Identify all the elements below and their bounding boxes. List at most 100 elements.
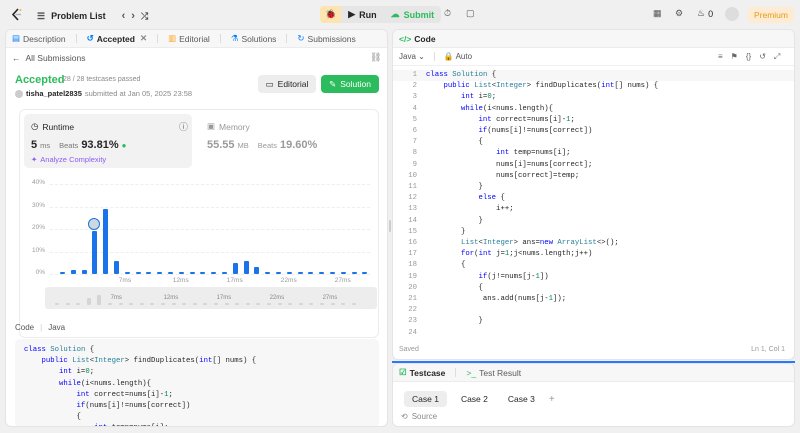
chart-bar[interactable]	[70, 269, 76, 274]
back-to-submissions[interactable]: ← All Submissions	[12, 53, 86, 63]
chart-bar[interactable]	[351, 271, 357, 274]
tab-testcase[interactable]: ☑ Testcase	[399, 367, 445, 378]
panel-splitter[interactable]	[389, 220, 391, 232]
layout-icon[interactable]: ▦	[653, 8, 662, 19]
chart-bar[interactable]	[124, 271, 130, 274]
source-toggle[interactable]: ⟲ Source	[401, 412, 437, 421]
submit-button[interactable]: ☁ Submit	[384, 6, 442, 23]
line-number: 17	[408, 250, 417, 259]
username[interactable]: tisha_patel2835	[26, 89, 82, 98]
chart-bar[interactable]	[254, 267, 260, 274]
avatar[interactable]	[725, 7, 739, 21]
mini-bar	[86, 298, 91, 305]
line-code: }	[426, 317, 483, 326]
memory-card[interactable]: ▣ Memory 55.55 MB Beats 19.60%	[200, 114, 370, 168]
expand-icon[interactable]: ⤢	[774, 52, 780, 62]
chart-bar[interactable]	[200, 271, 206, 274]
chart-bar[interactable]	[189, 271, 195, 274]
chart-bar[interactable]	[157, 271, 163, 274]
line-code: if(nums[i]!=nums[correct])	[478, 127, 593, 136]
chart-bar[interactable]	[81, 269, 87, 274]
add-case-icon[interactable]: +	[549, 394, 555, 405]
tab-accepted[interactable]: ↺ Accepted ✕	[87, 33, 148, 44]
tab-description[interactable]: ▤ Description	[12, 33, 66, 44]
streak-counter[interactable]: ♨ 0	[697, 8, 713, 19]
chart-bar[interactable]	[60, 271, 65, 274]
braces-icon[interactable]: {}	[746, 52, 751, 62]
chart-bar[interactable]	[222, 271, 227, 274]
tab-submissions[interactable]: ↻ Submissions	[297, 33, 355, 44]
tab-test-result[interactable]: >_ Test Result	[466, 368, 521, 378]
mini-bar	[288, 303, 293, 305]
y-tick-label: 30%	[31, 201, 45, 209]
list-icon[interactable]: ☰	[37, 11, 45, 22]
chart-bar[interactable]	[114, 260, 119, 274]
mini-bar	[309, 303, 314, 305]
chart-bar[interactable]	[362, 271, 368, 274]
chart-bar[interactable]	[232, 262, 238, 274]
leetcode-logo[interactable]	[11, 8, 23, 21]
editor-line: 5 int correct=nums[i]-1;	[393, 115, 794, 126]
chart-bar[interactable]	[168, 271, 173, 274]
chart-bar[interactable]	[297, 271, 303, 274]
chart-bar[interactable]	[211, 271, 217, 274]
run-button[interactable]: ▶ Run	[341, 6, 383, 23]
shuffle-icon[interactable]: ⤮	[141, 11, 148, 22]
chart-bar[interactable]	[146, 271, 152, 274]
language-select[interactable]: Java ⌄	[399, 52, 425, 61]
chart-bar[interactable]	[265, 271, 271, 274]
line-number: 8	[412, 149, 417, 158]
mini-tick-label: 12ms	[163, 295, 179, 301]
code-editor[interactable]: 1 class Solution {2 public List<Integer> …	[393, 70, 794, 340]
bookmark-icon[interactable]: ⚑	[731, 52, 738, 62]
case-3-tab[interactable]: Case 3	[502, 391, 541, 407]
line-number: 5	[412, 115, 417, 124]
chart-bar[interactable]	[286, 271, 292, 274]
line-number: 19	[408, 272, 417, 281]
code-line: class Solution {	[24, 346, 95, 354]
premium-button[interactable]: Premium	[748, 7, 794, 23]
runtime-card[interactable]: ◷ Runtime ⓘ 5 ms Beats 93.81% ● ✦ Analyze …	[24, 114, 192, 168]
chart-bar[interactable]	[276, 271, 281, 274]
format-icon[interactable]: ≡	[718, 52, 723, 62]
chart-bar[interactable]	[92, 231, 98, 274]
plot-area	[50, 184, 370, 274]
chart-bar[interactable]	[243, 260, 249, 274]
link-icon[interactable]: ⛓	[370, 52, 381, 63]
reset-icon[interactable]: ↺	[759, 52, 766, 62]
tab-code[interactable]: </> Code	[399, 34, 436, 44]
chart-bar[interactable]	[308, 271, 314, 274]
case-1-tab[interactable]: Case 1	[404, 391, 447, 407]
chart-bar[interactable]	[135, 271, 141, 274]
tab-editorial[interactable]: ▥ Editorial	[168, 33, 210, 44]
chart-bar[interactable]	[319, 271, 325, 274]
gear-icon[interactable]: ⚙	[675, 8, 683, 19]
editor-line: 7 {	[393, 137, 794, 148]
debug-button[interactable]: 🐞	[320, 6, 342, 23]
auto-mode[interactable]: 🔒 Auto	[444, 52, 472, 61]
line-code: int correct=nums[i]-1;	[478, 115, 575, 124]
cloud-upload-icon: ☁	[390, 9, 400, 19]
problem-list-link[interactable]: Problem List	[51, 11, 106, 21]
info-icon[interactable]: ⓘ	[179, 120, 188, 133]
mini-bar	[161, 303, 165, 305]
editor-line: 21 ans.add(nums[j-1]);	[393, 294, 794, 305]
tab-solutions[interactable]: ⚗ Solutions	[231, 33, 277, 44]
timer-icon[interactable]: ⏱	[444, 8, 451, 19]
runtime-range-slider[interactable]: 7ms 12ms 17ms 22ms 27ms	[45, 287, 377, 309]
analyze-complexity-link[interactable]: ✦ Analyze Complexity	[31, 155, 106, 164]
chevron-left-icon[interactable]: ‹	[122, 10, 126, 22]
mini-bar	[76, 303, 81, 305]
chart-bar[interactable]	[330, 271, 335, 274]
chart-bar[interactable]	[178, 271, 184, 274]
editorial-button[interactable]: ▭ Editorial	[258, 75, 316, 93]
case-2-tab[interactable]: Case 2	[455, 391, 494, 407]
chart-bar[interactable]	[340, 271, 346, 274]
close-icon[interactable]: ✕	[140, 33, 147, 44]
chevron-right-icon[interactable]: ›	[131, 10, 135, 22]
solution-button[interactable]: ✎ Solution	[321, 75, 379, 93]
editor-line: 18 {	[393, 260, 794, 271]
file-icon: ▤	[12, 33, 21, 43]
note-icon[interactable]: ▢	[466, 8, 475, 19]
chart-bar[interactable]	[103, 208, 109, 274]
